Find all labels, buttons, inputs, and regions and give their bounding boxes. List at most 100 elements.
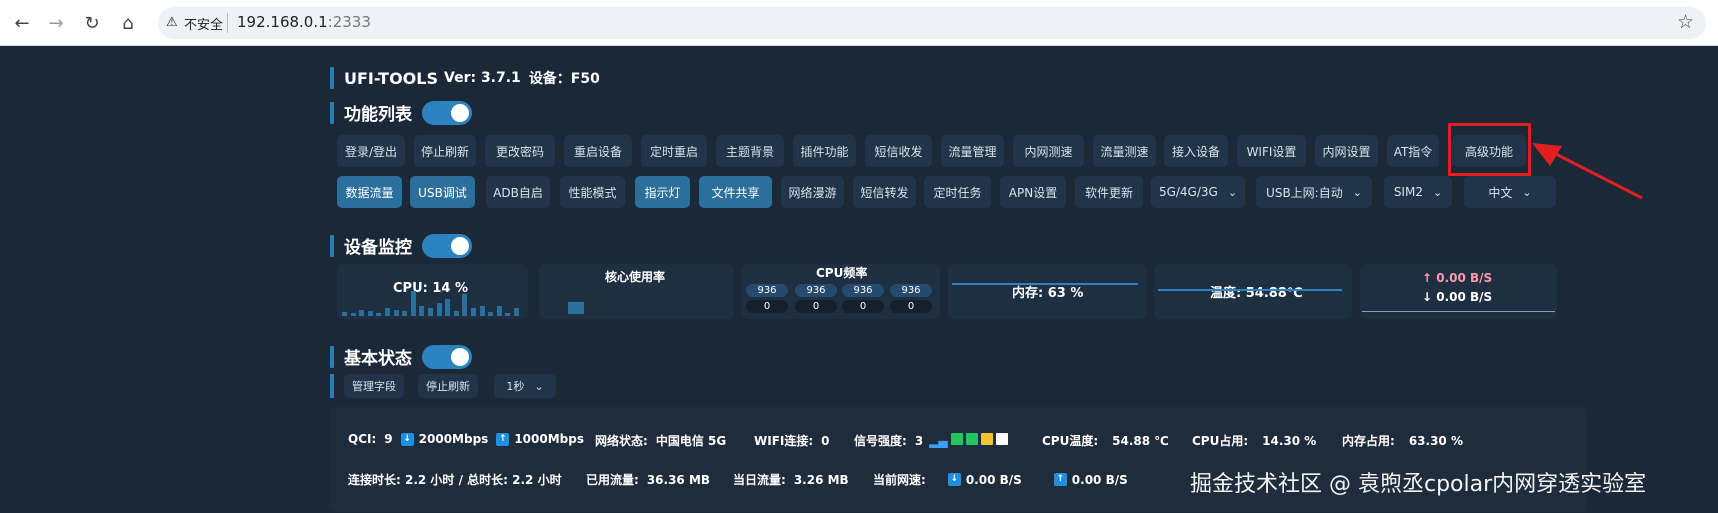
cpu-freq-usage: 0 <box>795 300 837 313</box>
used-traffic-key: 已用流量: <box>586 473 639 487</box>
refresh-interval-select[interactable]: 1秒 ⌄ <box>494 374 556 398</box>
address-bar[interactable] <box>158 7 1706 39</box>
function-toggle-button-1[interactable]: 数据流量 <box>337 176 402 208</box>
function-button-4[interactable]: 重启设备 <box>564 135 632 167</box>
back-icon[interactable]: ← <box>8 9 36 37</box>
cpu-history-bar <box>428 308 433 316</box>
function-toggle-button-11[interactable]: 软件更新 <box>1075 176 1143 208</box>
signal-square <box>980 433 993 445</box>
wifi-status: WIFI连接: 0 <box>754 432 830 449</box>
connection-time: 连接时长: 2.2 小时 / 总时长: 2.2 小时 <box>348 473 562 487</box>
reload-icon[interactable]: ↻ <box>78 9 106 37</box>
arrow-down-icon: ↓ <box>400 432 414 446</box>
function-toggle-button-7[interactable]: 网络漫游 <box>781 176 844 208</box>
function-button-8[interactable]: 短信收发 <box>865 135 932 167</box>
function-toggle-button-2[interactable]: USB调试 <box>410 176 475 208</box>
function-toggle-button-4[interactable]: 性能模式 <box>560 176 625 208</box>
warning-icon[interactable]: ⚠ <box>166 15 178 30</box>
qci-key: QCI: <box>348 432 377 446</box>
annotation-arrow-icon <box>1532 143 1643 200</box>
cpu-history-bar <box>376 313 382 316</box>
stop-refresh-button[interactable]: 停止刷新 <box>418 374 478 398</box>
cpu-freq-usage: 0 <box>890 300 932 313</box>
function-toggle-button-3[interactable]: ADB自启 <box>486 176 550 208</box>
signal-value: 3 <box>914 433 924 448</box>
interval-value: 1秒 <box>506 380 525 393</box>
cpu-history-bar <box>367 310 373 316</box>
function-toggle-button-10[interactable]: APN设置 <box>1000 176 1066 208</box>
signal-status: 信号强度: 3 ▂▄ <box>854 432 1008 449</box>
home-icon[interactable]: ⌂ <box>114 9 142 37</box>
arrow-down-icon: ↓ <box>947 473 961 486</box>
select-dropdown-3[interactable]: SIM2 ⌄ <box>1384 176 1452 208</box>
cpu-freq-value: 936 <box>842 284 884 297</box>
chevron-down-icon: ⌄ <box>534 379 544 393</box>
function-button-15[interactable]: AT指令 <box>1387 135 1439 167</box>
basic-status-toggle[interactable] <box>422 344 472 369</box>
memory-usage-key: 内存占用: <box>1342 434 1395 448</box>
function-button-14[interactable]: 内网设置 <box>1315 135 1378 167</box>
cpu-freq-value: 936 <box>890 284 932 297</box>
app-header: UFI-TOOLS Ver: 3.7.1 设备：F50 <box>330 67 600 89</box>
function-button-5[interactable]: 定时重启 <box>641 135 707 167</box>
function-button-6[interactable]: 主题背景 <box>716 135 784 167</box>
browser-toolbar: ← → ↻ ⌂ ⚠ 不安全 192.168.0.1:2333 ☆ <box>0 0 1718 46</box>
cpu-history-bar <box>359 309 365 316</box>
function-toggle-button-8[interactable]: 短信转发 <box>853 176 916 208</box>
select-dropdown-1[interactable]: 5G/4G/3G ⌄ <box>1151 176 1245 208</box>
monitor-toggle[interactable] <box>422 233 472 258</box>
memory-usage-value: 63.30 % <box>1408 433 1463 448</box>
function-toggle-button-9[interactable]: 定时任务 <box>924 176 991 208</box>
url-host: 192.168.0.1 <box>237 13 328 31</box>
cpu-history-bar <box>342 312 347 316</box>
url-port: :2333 <box>327 13 371 31</box>
function-button-2[interactable]: 停止刷新 <box>414 135 476 167</box>
cpu-history-bar <box>385 308 390 316</box>
signal-square <box>950 433 963 445</box>
current-speed-key: 当前网速: <box>873 473 926 487</box>
signal-square <box>965 433 978 445</box>
cpu-history-bar <box>445 299 451 316</box>
monitor-title: 设备监控 <box>344 238 412 258</box>
function-toggle-button-5[interactable]: 指示灯 <box>635 176 690 208</box>
select-value: USB上网:自动 <box>1266 185 1343 200</box>
url-text[interactable]: 192.168.0.1:2333 <box>237 13 371 31</box>
signal-square <box>995 433 1008 445</box>
current-speed-status: 当前网速: ↓ 0.00 B/S ↑ 0.00 B/S <box>873 471 1128 488</box>
title-accent-bar <box>330 345 334 368</box>
temperature-level-bar <box>1158 289 1343 291</box>
forward-icon[interactable]: → <box>42 9 70 37</box>
function-button-9[interactable]: 流量管理 <box>941 135 1004 167</box>
cpu-history-bar <box>402 310 408 316</box>
core-usage-label: 核心使用率 <box>605 270 666 284</box>
network-speed-card: ↑ 0.00 B/S ↓ 0.00 B/S <box>1360 264 1557 319</box>
security-label[interactable]: 不安全 <box>184 14 223 33</box>
memory-card: 内存: 63 % <box>948 264 1146 319</box>
network-value: 中国电信 5G <box>655 434 727 448</box>
function-button-10[interactable]: 内网测速 <box>1013 135 1084 167</box>
memory-usage-status: 内存占用: 63.30 % <box>1342 432 1463 449</box>
today-traffic-value: 3.26 MB <box>793 472 849 487</box>
cpu-history-bar <box>505 313 511 316</box>
today-traffic-status: 当日流量: 3.26 MB <box>733 471 849 488</box>
function-toggle-button-6[interactable]: 文件共享 <box>699 176 772 208</box>
function-button-1[interactable]: 登录/登出 <box>337 135 405 167</box>
signal-bars-icon: ▂▄ <box>929 433 948 448</box>
bookmark-star-icon[interactable]: ☆ <box>1677 11 1694 33</box>
function-button-7[interactable]: 插件功能 <box>793 135 856 167</box>
cpu-temp-key: CPU温度: <box>1042 434 1099 448</box>
function-list-title: 功能列表 <box>344 105 412 125</box>
function-button-11[interactable]: 流量测速 <box>1093 135 1156 167</box>
select-dropdown-2[interactable]: USB上网:自动 ⌄ <box>1256 176 1372 208</box>
network-status: 网络状态: 中国电信 5G <box>595 432 726 449</box>
function-button-3[interactable]: 更改密码 <box>485 135 555 167</box>
function-list-toggle[interactable] <box>422 100 472 125</box>
app-title: UFI-TOOLS <box>344 68 438 88</box>
cpu-history-bar <box>488 312 494 316</box>
cpu-history-bar <box>436 303 442 316</box>
manage-fields-button[interactable]: 管理字段 <box>344 374 404 398</box>
function-button-12[interactable]: 接入设备 <box>1164 135 1228 167</box>
function-button-13[interactable]: WIFI设置 <box>1237 135 1306 167</box>
arrow-up-icon: ↑ <box>496 432 510 446</box>
toggle-knob <box>451 103 469 122</box>
